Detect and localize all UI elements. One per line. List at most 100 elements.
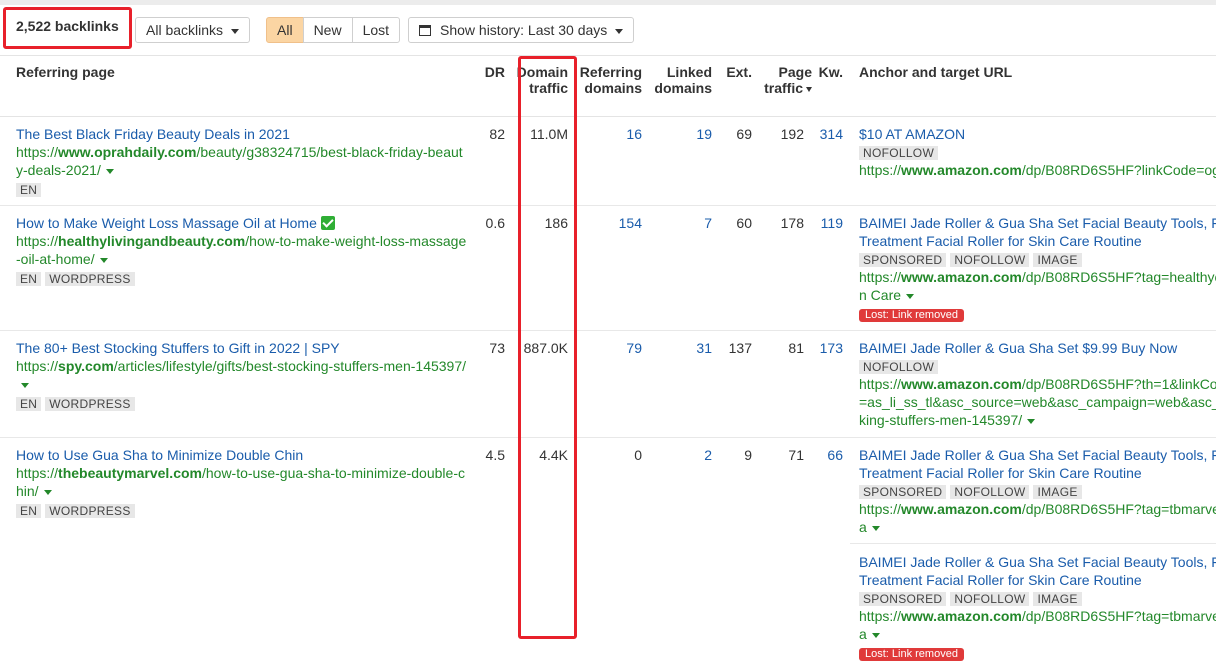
calendar-icon — [419, 24, 431, 36]
target-url[interactable]: https://www.amazon.com/dp/B08RD6S5HF?tag… — [859, 268, 1216, 286]
platform-tag: WORDPRESS — [45, 272, 135, 286]
kw-value[interactable]: 314 — [810, 125, 843, 143]
referring-domains-value[interactable]: 16 — [572, 125, 642, 143]
sponsored-tag: SPONSORED — [859, 253, 947, 267]
kw-value[interactable]: 119 — [810, 214, 843, 232]
domain-traffic-value: 11.0M — [530, 126, 568, 142]
anchor-text[interactable]: BAIMEI Jade Roller & Gua Sha Set Facial … — [859, 446, 1216, 482]
anchor-divider — [850, 543, 1216, 544]
target-url-continued[interactable]: a — [859, 626, 867, 642]
col-anchor[interactable]: Anchor and target URL — [859, 64, 1012, 80]
referring-domains-value[interactable]: 154 — [572, 214, 642, 232]
kw-value[interactable]: 173 — [810, 339, 843, 357]
nofollow-tag: NOFOLLOW — [950, 485, 1030, 499]
platform-tag: WORDPRESS — [45, 504, 135, 518]
referring-page-url[interactable]: https://healthylivingandbeauty.com/how-t… — [16, 232, 468, 268]
chevron-down-icon[interactable] — [871, 632, 880, 638]
segment-all[interactable]: All — [266, 17, 304, 43]
chevron-down-icon[interactable] — [43, 489, 52, 495]
anchor-text[interactable]: BAIMEI Jade Roller & Gua Sha Set Facial … — [859, 553, 1216, 589]
anchor-text[interactable]: BAIMEI Jade Roller & Gua Sha Set $9.99 B… — [859, 339, 1216, 357]
target-url-continued[interactable]: =as_li_ss_tl&asc_source=web&asc_campaign… — [859, 393, 1216, 411]
linked-domains-value[interactable]: 31 — [648, 339, 712, 357]
domain-traffic-value: 887.0K — [523, 340, 568, 356]
col-referring-domains-line2: domains — [584, 80, 642, 96]
ext-value: 60 — [736, 215, 752, 231]
table-row: The 80+ Best Stocking Stuffers to Gift i… — [0, 331, 1216, 438]
segment-new[interactable]: New — [302, 17, 353, 43]
referring-page-url[interactable]: https://www.oprahdaily.com/beauty/g38324… — [16, 143, 468, 179]
col-linked-domains[interactable]: Linked domains — [648, 64, 712, 96]
platform-tag: WORDPRESS — [45, 397, 135, 411]
chevron-down-icon[interactable] — [99, 257, 108, 263]
target-url-continued[interactable]: n Care — [859, 287, 901, 303]
referring-page-cell: The Best Black Friday Beauty Deals in 20… — [16, 125, 468, 198]
linked-domains-value[interactable]: 2 — [648, 446, 712, 464]
col-page-traffic[interactable]: Page traffic — [756, 64, 812, 96]
col-dr[interactable]: DR — [470, 64, 505, 80]
history-label: Show history: Last 30 days — [440, 22, 608, 38]
dr-value: 4.5 — [485, 447, 505, 463]
referring-page-url[interactable]: https://thebeautymarvel.com/how-to-use-g… — [16, 464, 468, 500]
referring-page-title[interactable]: How to Use Gua Sha to Minimize Double Ch… — [16, 446, 468, 464]
page-traffic-value: 81 — [788, 340, 804, 356]
target-url-continued-2[interactable]: king-stuffers-men-145397/ — [859, 412, 1022, 428]
chevron-down-icon[interactable] — [21, 382, 29, 388]
referring-page-title[interactable]: How to Make Weight Loss Massage Oil at H… — [16, 215, 317, 231]
ext-value: 137 — [728, 340, 752, 356]
backlinks-count: 2,522 backlinks — [16, 18, 119, 34]
linked-domains-value[interactable]: 19 — [648, 125, 712, 143]
dr-value: 0.6 — [485, 215, 505, 231]
anchor-cell: BAIMEI Jade Roller & Gua Sha Set Facial … — [859, 553, 1216, 661]
history-dropdown[interactable]: Show history: Last 30 days — [408, 17, 635, 43]
col-kw[interactable]: Kw. — [816, 64, 843, 80]
kw-value[interactable]: 66 — [810, 446, 843, 464]
table-row: The Best Black Friday Beauty Deals in 20… — [0, 117, 1216, 206]
col-referring-domains[interactable]: Referring domains — [572, 64, 642, 96]
backlinks-filter-dropdown[interactable]: All backlinks — [135, 17, 251, 43]
language-tag: EN — [16, 272, 42, 286]
table-row: How to Use Gua Sha to Minimize Double Ch… — [0, 438, 1216, 668]
segment-lost[interactable]: Lost — [351, 17, 401, 43]
col-linked-domains-line1: Linked — [666, 64, 712, 80]
chevron-down-icon[interactable] — [871, 525, 880, 531]
col-domain-traffic[interactable]: Domain traffic — [508, 64, 568, 96]
anchor-cell: BAIMEI Jade Roller & Gua Sha Set Facial … — [859, 446, 1216, 536]
sponsored-tag: SPONSORED — [859, 592, 947, 606]
anchor-text[interactable]: BAIMEI Jade Roller & Gua Sha Set Facial … — [859, 214, 1216, 250]
chevron-down-icon[interactable] — [105, 168, 114, 174]
domain-traffic-value: 186 — [544, 215, 568, 231]
target-url[interactable]: https://www.amazon.com/dp/B08RD6S5HF?tag… — [859, 607, 1216, 625]
col-referring-domains-line1: Referring — [579, 64, 642, 80]
checkmark-icon — [320, 216, 335, 230]
referring-page-title[interactable]: The 80+ Best Stocking Stuffers to Gift i… — [16, 339, 468, 357]
col-referring-page[interactable]: Referring page — [16, 64, 115, 80]
referring-page-title[interactable]: The Best Black Friday Beauty Deals in 20… — [16, 125, 468, 143]
image-tag: IMAGE — [1033, 253, 1082, 267]
referring-page-url[interactable]: https://spy.com/articles/lifestyle/gifts… — [16, 357, 468, 393]
lost-status-badge: Lost: Link removed — [859, 648, 964, 661]
status-segmented-control: All New Lost — [266, 17, 401, 43]
sponsored-tag: SPONSORED — [859, 485, 947, 499]
nofollow-tag: NOFOLLOW — [859, 146, 939, 160]
col-ext[interactable]: Ext. — [716, 64, 752, 80]
nofollow-tag: NOFOLLOW — [950, 592, 1030, 606]
anchor-cell: BAIMEI Jade Roller & Gua Sha Set $9.99 B… — [859, 339, 1216, 429]
referring-page-cell: The 80+ Best Stocking Stuffers to Gift i… — [16, 339, 468, 412]
col-linked-domains-line2: domains — [654, 80, 712, 96]
language-tag: EN — [16, 183, 42, 197]
chevron-down-icon[interactable] — [1027, 418, 1036, 424]
chevron-down-icon[interactable] — [906, 293, 915, 299]
target-url-continued[interactable]: a — [859, 519, 867, 535]
referring-domains-value: 0 — [634, 447, 642, 463]
anchor-text[interactable]: $10 AT AMAZON — [859, 125, 1216, 143]
lost-status-badge: Lost: Link removed — [859, 309, 964, 322]
language-tag: EN — [16, 397, 42, 411]
target-url[interactable]: https://www.amazon.com/dp/B08RD6S5HF?lin… — [859, 161, 1216, 179]
backlinks-filter-label: All backlinks — [146, 22, 224, 38]
col-domain-traffic-line2: traffic — [529, 80, 568, 96]
linked-domains-value[interactable]: 7 — [648, 214, 712, 232]
target-url[interactable]: https://www.amazon.com/dp/B08RD6S5HF?th=… — [859, 375, 1216, 393]
referring-domains-value[interactable]: 79 — [572, 339, 642, 357]
target-url[interactable]: https://www.amazon.com/dp/B08RD6S5HF?tag… — [859, 500, 1216, 518]
